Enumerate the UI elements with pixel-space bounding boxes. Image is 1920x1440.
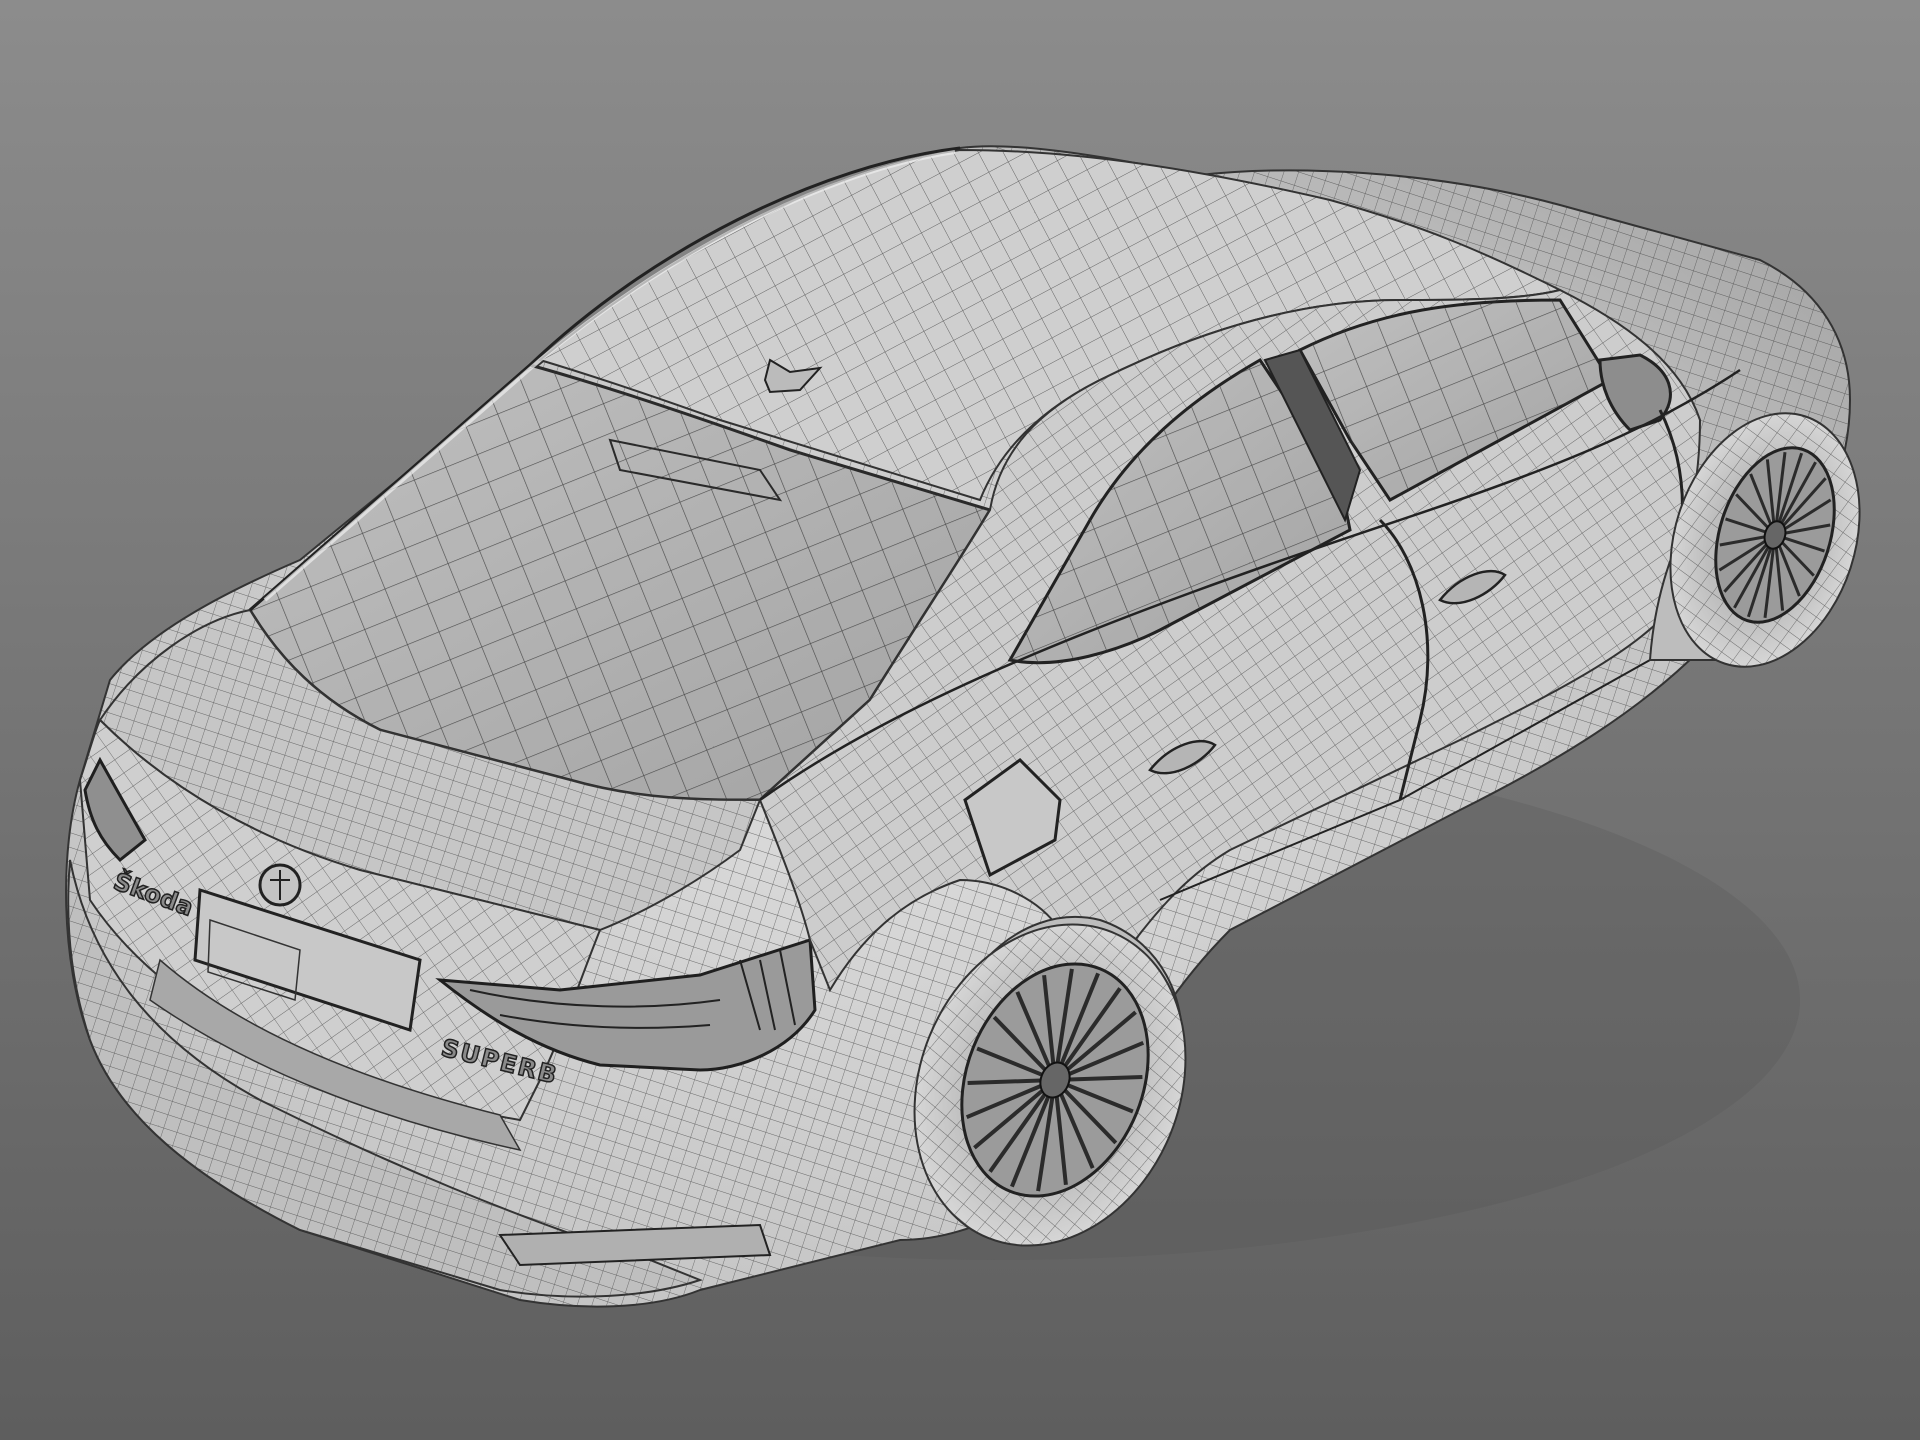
render-viewport: Škoda SUPERB [0, 0, 1920, 1440]
car-render: Škoda SUPERB [0, 0, 1920, 1440]
